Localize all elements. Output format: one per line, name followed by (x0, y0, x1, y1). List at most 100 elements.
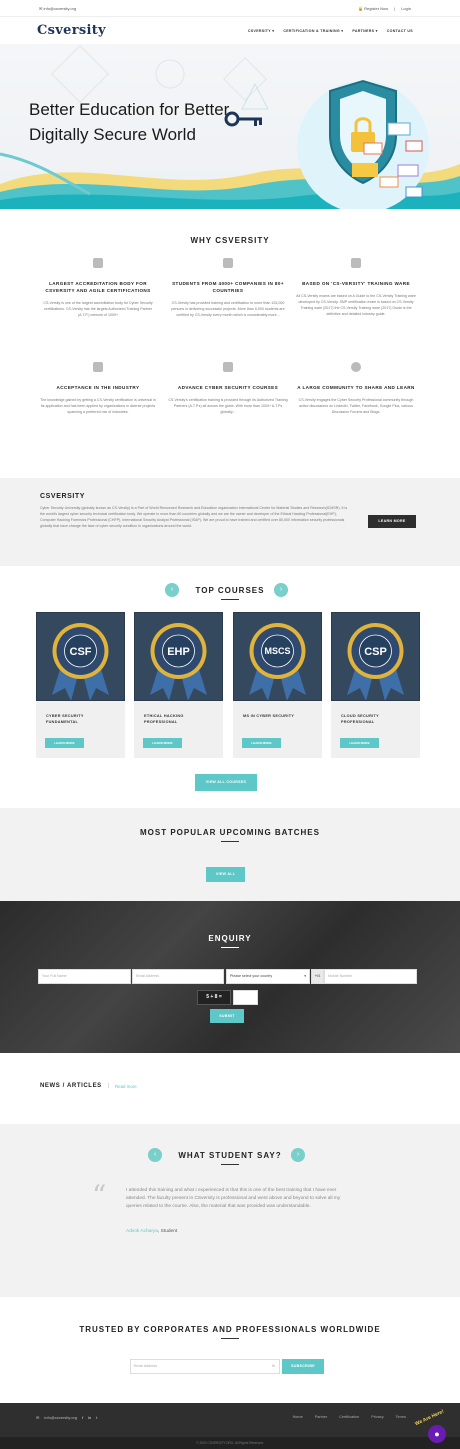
feature-text: The knowledge gained by getting a CS-Ver… (40, 398, 156, 414)
batches-view-all-button[interactable]: VIEW ALL (206, 867, 245, 882)
chevron-down-icon: ▾ (304, 974, 306, 978)
footer: ✉ info@csversity.org f in t Home Partner… (0, 1403, 460, 1449)
security-shield-illustration (297, 79, 429, 209)
courses-header: TOP COURSES (0, 586, 460, 600)
email-input[interactable]: Email Address (132, 969, 224, 984)
badge-text: MSCS (264, 646, 290, 656)
badge-text: CSP (364, 646, 387, 658)
graduation-cap-icon (351, 258, 361, 268)
divider: | (394, 6, 396, 11)
upcoming-batches-section: MOST POPULAR UPCOMING BATCHES VIEW ALL (0, 808, 460, 901)
footer-link-partner[interactable]: Partner (315, 1415, 327, 1419)
course-card-csp[interactable]: CSP CLOUD SECURITY PROFESSIONAL LEARN MOR… (331, 612, 420, 758)
news-section: NEWS / ARTICLES | Read more (0, 1053, 460, 1123)
top-bar: ✉ info@csversity.org 🔒 Register Now | Lo… (0, 0, 460, 17)
testimonial-author[interactable]: Advok Acharya (126, 1229, 158, 1234)
feature-advance-courses: ADVANCE CYBER SECURITY COURSES CS-Versit… (168, 362, 288, 415)
about-title: CSVERSITY (40, 493, 86, 500)
course-card-csf[interactable]: CSF CYBER SECURITY FUNDAMENTAL LEARN MORE (36, 612, 125, 758)
footer-link-home[interactable]: Home (293, 1415, 303, 1419)
testimonial-prev-button[interactable]: ‹ (148, 1148, 162, 1162)
feature-community: A LARGE COMMUNITY TO SHARE AND LEARN CS-… (296, 362, 416, 415)
feature-title: STUDENTS FROM 4000+ COMPANIES IN 80+ COU… (172, 281, 284, 293)
enquiry-title: ENQUIRY (208, 934, 252, 943)
chat-widget[interactable]: We Are Here! ● (414, 1409, 454, 1445)
feature-title: BASED ON 'CS-VERSITY' TRAINING WARE (302, 281, 410, 286)
course-image: EHP (134, 612, 223, 701)
footer-link-certification[interactable]: Certification (339, 1415, 359, 1419)
course-title: CLOUD SECURITY PROFESSIONAL (341, 713, 379, 725)
captcha-input[interactable] (233, 990, 258, 1005)
news-divider: | (108, 1083, 110, 1089)
course-learn-more-button[interactable]: LEARN MORE (45, 738, 84, 748)
topbar-email-text: info@csversity.org (43, 6, 77, 11)
about-learn-more-button[interactable]: LEARN MORE (368, 515, 416, 528)
course-title-line: CLOUD SECURITY (341, 714, 379, 718)
course-card-mscs[interactable]: MSCS MS IN CYBER SECURITY LEARN MORE (233, 612, 322, 758)
course-learn-more-button[interactable]: LEARN MORE (242, 738, 281, 748)
course-learn-more-button[interactable]: LEARN MORE (143, 738, 182, 748)
feature-text: All CS-Versity exams are based on A Guid… (296, 294, 416, 316)
hero-line-2: Digitally Secure World (29, 125, 196, 144)
why-section: WHY CSVERSITY (0, 236, 460, 245)
course-card-ehp[interactable]: EHP ETHICAL HACKING PROFESSIONAL LEARN MO… (134, 612, 223, 758)
nav-item-label: CSVERSITY (247, 29, 271, 33)
subscribe-email-input[interactable]: Email Address ✉ (130, 1359, 280, 1374)
course-image: CSP (331, 612, 420, 701)
testimonial-next-button[interactable]: › (291, 1148, 305, 1162)
submit-button[interactable]: SUBMIT (210, 1009, 244, 1023)
why-title: WHY CSVERSITY (190, 236, 270, 245)
topbar-email[interactable]: ✉ info@csversity.org (39, 6, 76, 11)
hero-line-1: Better Education for Better (29, 100, 230, 119)
testimonial-author-line: Advok Acharya, Student (126, 1229, 178, 1234)
testimonial-title: WHAT STUDENT SAY? (178, 1151, 282, 1160)
title-underline (221, 1338, 239, 1339)
feature-text: CS-Versity's certification training is p… (168, 398, 288, 414)
nav-item-partners[interactable]: PARTNERS ▾ (352, 29, 377, 33)
title-underline (221, 599, 239, 600)
feature-title: ADVANCE CYBER SECURITY COURSES (177, 385, 279, 390)
footer-link-terms[interactable]: Terms (396, 1415, 406, 1419)
feature-trainingware: BASED ON 'CS-VERSITY' TRAINING WARE All … (296, 258, 416, 317)
site-logo[interactable]: Csversity (37, 23, 106, 38)
subscribe-button[interactable]: SUBSCRIBE (282, 1359, 324, 1374)
feature-title: LARGEST ACCREDITATION BODY FOR CSVERSITY… (45, 281, 151, 293)
about-section: CSVERSITY Cyber Security University (glo… (0, 478, 460, 566)
quote-icon: “ (92, 1179, 107, 1212)
footer-link-privacy[interactable]: Privacy (371, 1415, 383, 1419)
course-title: ETHICAL HACKING PROFESSIONAL (144, 713, 184, 725)
badge-ribbon-icon: CSF (52, 623, 109, 701)
hero-banner: Better Education for Better Digitally Se… (0, 44, 460, 209)
courses-next-button[interactable]: › (274, 583, 288, 597)
badge-text: CSF (70, 646, 92, 658)
nav-item-certification[interactable]: CERTIFICATION & TRAINING ▾ (283, 29, 343, 33)
feature-text: CS-Versity has provided training and cer… (171, 301, 285, 317)
linkedin-icon[interactable]: in (88, 1415, 91, 1420)
feature-title: A LARGE COMMUNITY TO SHARE AND LEARN (297, 385, 415, 390)
footer-links: Home Partner Certification Privacy Terms (293, 1415, 406, 1419)
subscribe-placeholder: Email Address (134, 1364, 157, 1368)
nav-item-label: PARTNERS (352, 29, 375, 33)
course-title-line: MS IN CYBER SECURITY (243, 714, 295, 718)
nav-item-csversity[interactable]: CSVERSITY ▾ (248, 29, 274, 33)
news-read-more-link[interactable]: Read more (115, 1084, 137, 1089)
full-name-input[interactable]: Your Full Name (38, 969, 131, 984)
courses-title: TOP COURSES (195, 586, 265, 595)
country-select[interactable]: Please select your country ▾ (226, 969, 310, 984)
course-learn-more-button[interactable]: LEARN MORE (340, 738, 379, 748)
badge-text: EHP (167, 646, 190, 658)
twitter-icon[interactable]: t (96, 1415, 97, 1420)
view-all-courses-button[interactable]: VIEW ALL COURSES (195, 774, 257, 791)
title-underline (221, 841, 239, 842)
nav-item-contact[interactable]: CONTACT US (387, 29, 413, 33)
mobile-input[interactable]: Mobile Number (324, 969, 417, 984)
nav-item-label: CERTIFICATION & TRAINING (283, 29, 340, 33)
register-link[interactable]: 🔒 Register Now (358, 6, 388, 11)
chat-widget-label: We Are Here! (414, 1408, 445, 1428)
feature-text: CS-Versity engages the Cyber Security Pr… (298, 398, 414, 414)
footer-email[interactable]: info@csversity.org (44, 1415, 77, 1420)
users-icon (223, 258, 233, 268)
facebook-icon[interactable]: f (82, 1415, 83, 1420)
login-link[interactable]: Login (401, 6, 411, 11)
certificate-icon (93, 362, 103, 372)
